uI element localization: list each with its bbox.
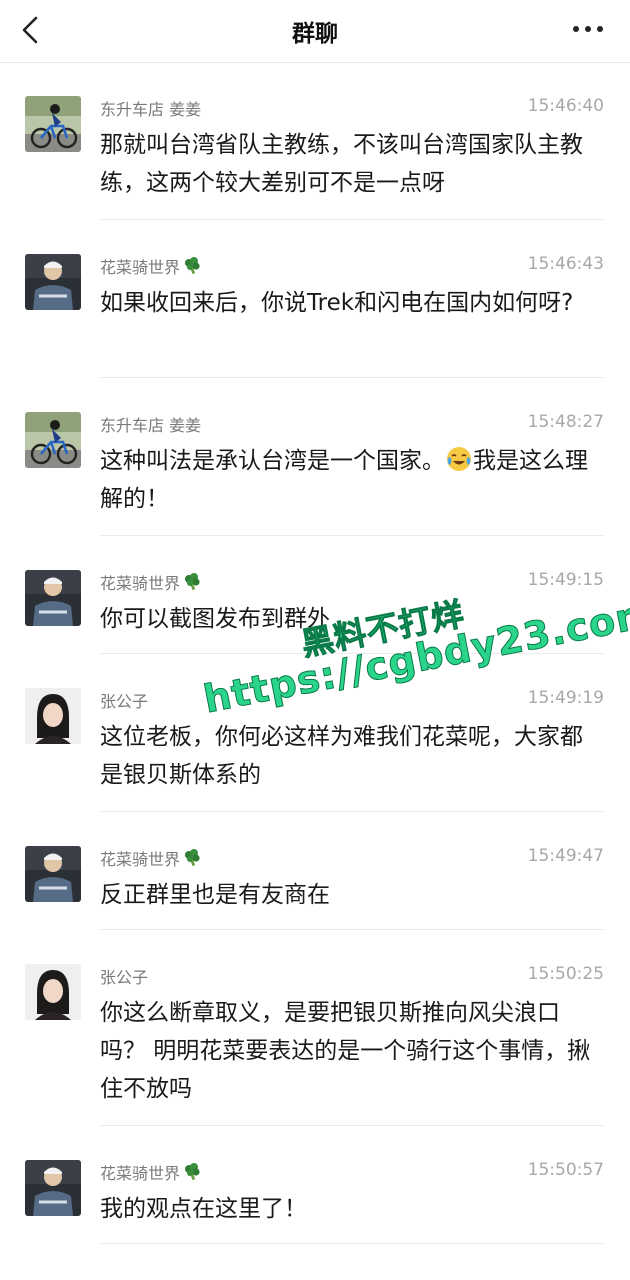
message-time: 15:49:15	[527, 570, 604, 590]
message-list: 东升车店 姜姜 15:46:40 那就叫台湾省队主教练，不该叫台湾国家队主教练，…	[0, 62, 630, 1244]
avatar[interactable]	[25, 688, 81, 744]
sender-name: 花菜骑世界	[100, 254, 202, 278]
sender-name: 花菜骑世界	[100, 1160, 202, 1184]
avatar[interactable]	[25, 964, 81, 1020]
chat-header: 群聊	[0, 0, 630, 63]
message-item: 张公子 15:49:19 这位老板，你何必这样为难我们花菜呢，大家都是银贝斯体系…	[0, 654, 630, 812]
avatar[interactable]	[25, 254, 81, 310]
message-item: 花菜骑世界 15:46:43 如果收回来后，你说Trek和闪电在国内如何呀?	[0, 220, 630, 378]
sender-name: 张公子	[100, 968, 149, 987]
message-text: 你可以截图发布到群外	[100, 606, 330, 632]
sender-name: 花菜骑世界	[100, 570, 202, 594]
message-item: 东升车店 姜姜 15:48:27 这种叫法是承认台湾是一个国家。 我是这么理解的！	[0, 378, 630, 536]
avatar[interactable]	[25, 1160, 81, 1216]
sender-name-text: 花菜骑世界	[100, 574, 181, 593]
chat-title: 群聊	[292, 21, 338, 47]
sender-name: 花菜骑世界	[100, 846, 202, 870]
avatar[interactable]	[25, 412, 81, 468]
avatar[interactable]	[25, 846, 81, 902]
avatar[interactable]	[25, 96, 81, 152]
message-time: 15:48:27	[527, 412, 604, 432]
message-text: 如果收回来后，你说Trek和闪电在国内如何呀?	[100, 290, 574, 316]
message-text-part: 这种叫法是承认台湾是一个国家。	[100, 448, 445, 474]
sender-name-text: 花菜骑世界	[100, 1164, 181, 1183]
sender-name-text: 花菜骑世界	[100, 258, 181, 277]
broccoli-icon	[182, 256, 202, 276]
message-text: 我的观点在这里了！	[100, 1196, 307, 1222]
message-text: 这位老板，你何必这样为难我们花菜呢，大家都是银贝斯体系的	[100, 724, 583, 788]
message-item: 花菜骑世界 15:49:15 你可以截图发布到群外	[0, 536, 630, 654]
broccoli-icon	[182, 848, 202, 868]
message-item: 花菜骑世界 15:50:57 我的观点在这里了！	[0, 1126, 630, 1244]
avatar[interactable]	[25, 570, 81, 626]
message-time: 15:49:19	[527, 688, 604, 708]
broccoli-icon	[182, 1162, 202, 1182]
message-time: 15:46:43	[527, 254, 604, 274]
divider	[100, 1243, 604, 1244]
more-button[interactable]	[568, 14, 608, 44]
message-item: 张公子 15:50:25 你这么断章取义，是要把银贝斯推向风尖浪口吗？ 明明花菜…	[0, 930, 630, 1126]
message-time: 15:49:47	[527, 846, 604, 866]
broccoli-icon	[182, 572, 202, 592]
message-time: 15:50:57	[527, 1160, 604, 1180]
message-text: 这种叫法是承认台湾是一个国家。 我是这么理解的！	[100, 442, 600, 518]
more-horizontal-icon	[573, 26, 603, 32]
sender-name: 东升车店 姜姜	[100, 416, 202, 435]
message-item: 花菜骑世界 15:49:47 反正群里也是有友商在	[0, 812, 630, 930]
crying-laughing-icon	[445, 445, 473, 473]
message-time: 15:50:25	[527, 964, 604, 984]
sender-name-text: 花菜骑世界	[100, 850, 181, 869]
message-text: 反正群里也是有友商在	[100, 882, 330, 908]
message-item: 东升车店 姜姜 15:46:40 那就叫台湾省队主教练，不该叫台湾国家队主教练，…	[0, 62, 630, 220]
sender-name: 东升车店 姜姜	[100, 100, 202, 119]
message-text: 你这么断章取义，是要把银贝斯推向风尖浪口吗？ 明明花菜要表达的是一个骑行这个事情…	[100, 1000, 591, 1102]
sender-name: 张公子	[100, 692, 149, 711]
message-time: 15:46:40	[527, 96, 604, 116]
message-text: 那就叫台湾省队主教练，不该叫台湾国家队主教练，这两个较大差别可不是一点呀	[100, 132, 583, 196]
